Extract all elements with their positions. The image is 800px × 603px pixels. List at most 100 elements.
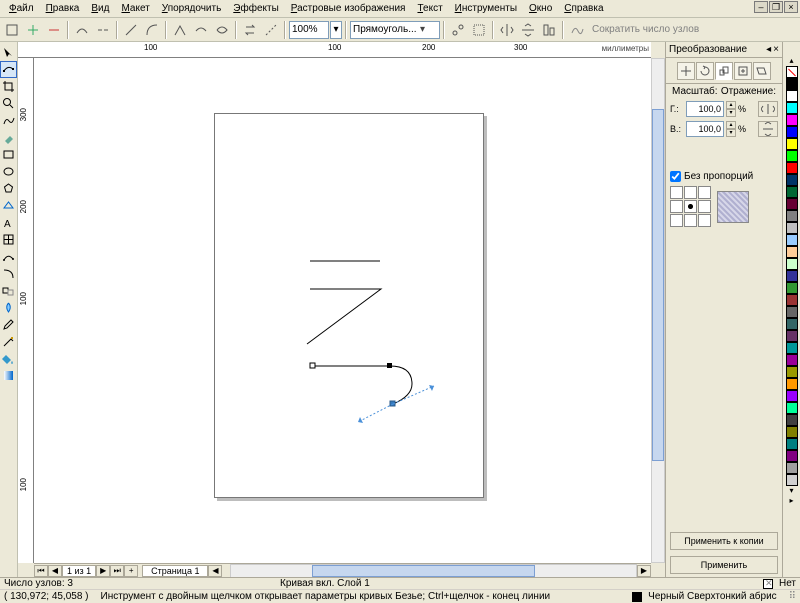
- color-swatch[interactable]: [786, 246, 798, 258]
- reverse-icon[interactable]: [240, 20, 260, 40]
- v-scale-spinner[interactable]: ▴▾: [726, 121, 736, 137]
- color-swatch[interactable]: [786, 210, 798, 222]
- color-swatch[interactable]: [786, 126, 798, 138]
- color-swatch[interactable]: [786, 198, 798, 210]
- menu-window[interactable]: Окно: [524, 1, 557, 16]
- connector-tool[interactable]: [0, 265, 17, 282]
- color-swatch[interactable]: [786, 342, 798, 354]
- shape-tool[interactable]: [0, 61, 17, 78]
- color-swatch[interactable]: [786, 450, 798, 462]
- select-all-icon[interactable]: [469, 20, 489, 40]
- nonproportional-checkbox[interactable]: [670, 171, 681, 182]
- color-swatch[interactable]: [786, 390, 798, 402]
- reflect-v-icon[interactable]: [518, 20, 538, 40]
- interactive-fill-tool[interactable]: [0, 367, 17, 384]
- crop-tool[interactable]: [0, 78, 17, 95]
- menu-edit[interactable]: Правка: [41, 1, 85, 16]
- scroll-right-button[interactable]: ▶: [637, 565, 651, 577]
- skew-tab[interactable]: [753, 62, 771, 80]
- palette-menu-icon[interactable]: ▸: [789, 496, 793, 506]
- drawing[interactable]: [215, 114, 485, 499]
- restore-button[interactable]: ❐: [769, 1, 783, 13]
- node-rect-icon[interactable]: [2, 20, 22, 40]
- align-icon[interactable]: [539, 20, 559, 40]
- fill-swatch-icon[interactable]: [763, 579, 773, 589]
- color-swatch[interactable]: [786, 318, 798, 330]
- size-tab[interactable]: [734, 62, 752, 80]
- color-swatch[interactable]: [786, 474, 798, 486]
- cusp-icon[interactable]: [170, 20, 190, 40]
- vertical-scrollbar[interactable]: [651, 58, 665, 563]
- close-button[interactable]: ×: [784, 1, 798, 13]
- menu-tools[interactable]: Инструменты: [450, 1, 522, 16]
- position-tab[interactable]: [677, 62, 695, 80]
- outline-tool[interactable]: [0, 333, 17, 350]
- zoom-dropdown[interactable]: ▾: [330, 21, 342, 39]
- transparency-tool[interactable]: [0, 299, 17, 316]
- rotate-tab[interactable]: [696, 62, 714, 80]
- node-add-icon[interactable]: [23, 20, 43, 40]
- color-swatch[interactable]: [786, 306, 798, 318]
- menu-layout[interactable]: Макет: [116, 1, 154, 16]
- basic-shapes-tool[interactable]: [0, 197, 17, 214]
- resize-grip-icon[interactable]: ⠿: [789, 591, 796, 602]
- color-swatch[interactable]: [786, 102, 798, 114]
- mirror-v-button[interactable]: [758, 121, 778, 137]
- table-tool[interactable]: [0, 231, 17, 248]
- color-swatch[interactable]: [786, 462, 798, 474]
- color-swatch[interactable]: [786, 234, 798, 246]
- smart-fill-tool[interactable]: [0, 129, 17, 146]
- menu-text[interactable]: Текст: [412, 1, 447, 16]
- color-swatch[interactable]: [786, 438, 798, 450]
- add-page-button[interactable]: +: [124, 565, 138, 577]
- color-swatch[interactable]: [786, 162, 798, 174]
- h-scale-spinner[interactable]: ▴▾: [726, 101, 736, 117]
- menu-view[interactable]: Вид: [86, 1, 114, 16]
- prev-page-button[interactable]: ◀: [48, 565, 62, 577]
- curve-icon[interactable]: [142, 20, 162, 40]
- color-swatch[interactable]: [786, 402, 798, 414]
- text-tool[interactable]: A: [0, 214, 17, 231]
- page-tab-1[interactable]: Страница 1: [142, 565, 208, 577]
- color-swatch[interactable]: [786, 222, 798, 234]
- freehand-tool[interactable]: [0, 112, 17, 129]
- break-icon[interactable]: [93, 20, 113, 40]
- rectangle-tool[interactable]: [0, 146, 17, 163]
- reduce-icon[interactable]: [567, 20, 587, 40]
- menu-bitmaps[interactable]: Растровые изображения: [286, 1, 411, 16]
- extend-icon[interactable]: [261, 20, 281, 40]
- no-color-swatch[interactable]: [786, 66, 798, 78]
- color-swatch[interactable]: [786, 414, 798, 426]
- anchor-grid[interactable]: [670, 186, 711, 227]
- palette-up-icon[interactable]: ▴: [789, 56, 793, 66]
- palette-down-icon[interactable]: ▾: [789, 486, 793, 496]
- color-swatch[interactable]: [786, 282, 798, 294]
- color-swatch[interactable]: [786, 138, 798, 150]
- symm-icon[interactable]: [212, 20, 232, 40]
- mirror-h-button[interactable]: [758, 101, 778, 117]
- elastic-icon[interactable]: [448, 20, 468, 40]
- docker-collapse-icon[interactable]: ◂: [766, 44, 771, 55]
- color-swatch[interactable]: [786, 150, 798, 162]
- canvas[interactable]: [34, 58, 651, 563]
- color-swatch[interactable]: [786, 186, 798, 198]
- fill-tool[interactable]: [0, 350, 17, 367]
- horizontal-scrollbar[interactable]: [230, 564, 637, 578]
- color-swatch[interactable]: [786, 294, 798, 306]
- color-swatch[interactable]: [786, 114, 798, 126]
- scroll-left-button[interactable]: ◀: [208, 565, 222, 577]
- dimension-tool[interactable]: [0, 248, 17, 265]
- stroke-swatch-icon[interactable]: [632, 592, 642, 602]
- first-page-button[interactable]: ⏮: [34, 565, 48, 577]
- docker-close-icon[interactable]: ×: [773, 44, 779, 55]
- color-swatch[interactable]: [786, 270, 798, 282]
- smooth-icon[interactable]: [191, 20, 211, 40]
- join-icon[interactable]: [72, 20, 92, 40]
- color-swatch[interactable]: [786, 426, 798, 438]
- color-swatch[interactable]: [786, 258, 798, 270]
- color-swatch[interactable]: [786, 330, 798, 342]
- polygon-tool[interactable]: [0, 180, 17, 197]
- menu-help[interactable]: Справка: [559, 1, 608, 16]
- v-scale-input[interactable]: [686, 121, 724, 137]
- menu-arrange[interactable]: Упорядочить: [157, 1, 227, 16]
